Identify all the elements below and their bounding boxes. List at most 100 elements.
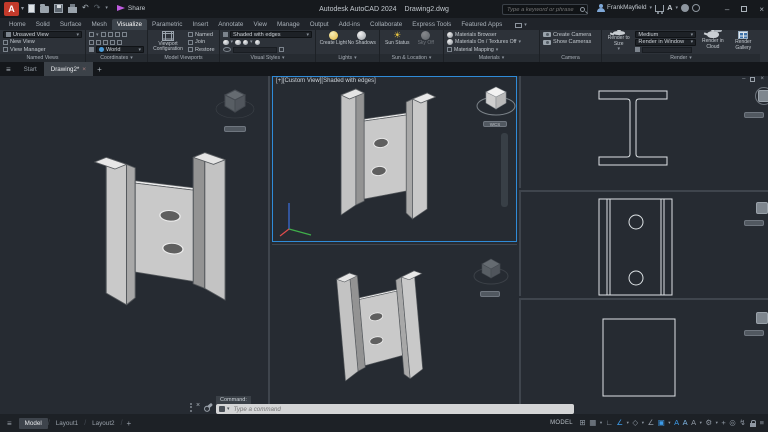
lock-ui-icon[interactable] <box>749 419 756 428</box>
ribbon-tab[interactable]: Visualize <box>112 19 147 30</box>
object-snap-tracking-icon[interactable]: ∠ <box>647 418 654 428</box>
opacity-value-box[interactable] <box>279 47 284 52</box>
graphics-performance-icon[interactable]: ↯ <box>739 418 745 428</box>
viewcube[interactable] <box>468 251 514 293</box>
wcs-dropdown[interactable] <box>480 291 500 297</box>
redo-icon[interactable]: ↷ <box>94 3 101 13</box>
viewport-top-view[interactable] <box>519 190 768 296</box>
ibeam-front-wireframe[interactable] <box>521 76 768 188</box>
help-icon[interactable] <box>681 4 689 12</box>
file-tab-drawing2[interactable]: Drawing2* × <box>44 62 93 76</box>
grid-icon[interactable]: ▦ <box>589 418 596 428</box>
render-output-icon[interactable] <box>635 47 640 52</box>
store-cart-icon[interactable] <box>655 5 664 12</box>
ucs-view-icon[interactable] <box>122 32 127 37</box>
open-folder-icon[interactable] <box>40 6 49 13</box>
edge-effects-icon[interactable] <box>223 40 229 46</box>
layout-menu-icon[interactable]: ≡ <box>7 419 12 428</box>
viewport-bottom-middle[interactable] <box>272 244 517 414</box>
view-dropdown[interactable]: Unsaved View ▾ <box>3 31 82 38</box>
viewcube[interactable] <box>473 81 517 123</box>
panel-label[interactable]: Materials ▾ <box>444 54 539 62</box>
ribbon-tab[interactable]: Mesh <box>87 19 112 30</box>
close-tab-icon[interactable]: × <box>82 66 86 73</box>
ribbon-display-toggle[interactable]: ▾ <box>515 22 527 28</box>
wcs-dropdown[interactable] <box>744 220 764 226</box>
chevron-down-icon[interactable]: ▾ <box>231 39 234 45</box>
sun-status-button[interactable]: ☀ Sun Status <box>383 31 412 47</box>
chevron-down-icon[interactable]: ▾ <box>96 32 99 38</box>
file-tab-start[interactable]: Start <box>17 62 44 76</box>
polar-tracking-icon[interactable]: ∠ <box>616 418 623 428</box>
wcs-dropdown[interactable]: WCS <box>483 121 507 127</box>
new-file-icon[interactable] <box>28 4 35 13</box>
chevron-down-icon[interactable]: ▾ <box>668 420 670 426</box>
chevron-down-icon[interactable]: ▾ <box>627 420 629 426</box>
chevron-down-icon[interactable]: ▾ <box>716 420 718 426</box>
isolate-objects-icon[interactable]: ◎ <box>729 418 736 428</box>
xray-toggle-icon[interactable] <box>223 47 231 52</box>
ribbon-tab[interactable]: View <box>248 19 272 30</box>
isometric-drafting-icon[interactable]: ◇ <box>632 418 638 428</box>
chevron-down-icon[interactable]: ▾ <box>700 420 702 426</box>
shadow-effects-icon[interactable] <box>255 40 261 46</box>
plot-icon[interactable] <box>68 7 77 13</box>
user-avatar-icon[interactable] <box>596 4 604 12</box>
ucs-3point-icon[interactable] <box>103 40 108 45</box>
create-light-button[interactable]: Create Light <box>319 31 348 47</box>
wcs-dropdown[interactable] <box>744 330 764 336</box>
viewport-front-view[interactable]: – × <box>519 76 768 188</box>
layout2-tab[interactable]: Layout2 <box>86 418 120 429</box>
doc-minimize-button[interactable]: – <box>742 76 745 82</box>
ucs-origin-icon[interactable] <box>89 40 94 45</box>
annotation-scale-icon[interactable]: A <box>691 418 696 428</box>
ucs-face-icon[interactable] <box>115 32 120 37</box>
wcs-dropdown[interactable] <box>224 126 246 132</box>
minimize-button[interactable]: – <box>725 5 729 14</box>
lighting-quality-icon[interactable] <box>243 40 249 46</box>
account-caret-icon[interactable]: ▾ <box>650 5 653 11</box>
model-space-label[interactable]: MODEL <box>550 420 573 426</box>
new-view-button[interactable]: New View <box>3 39 82 47</box>
notifications-icon[interactable] <box>692 4 700 12</box>
materials-browser-button[interactable]: Materials Browser <box>447 31 536 39</box>
annotation-visibility-icon[interactable]: A <box>674 418 679 428</box>
panel-label[interactable]: Coordinates ▾ <box>86 54 147 62</box>
ucs-icon[interactable] <box>89 32 94 37</box>
ribbon-tab[interactable]: Add-ins <box>334 19 365 30</box>
share-button[interactable]: Share <box>117 5 145 12</box>
username[interactable]: FrankMayfield <box>607 4 647 11</box>
command-input[interactable] <box>232 405 571 414</box>
command-grip-handle[interactable] <box>190 403 192 412</box>
command-wrench-icon[interactable] <box>205 403 213 410</box>
ucs-dropdown[interactable]: World ▾ <box>96 46 144 53</box>
ribbon-tab[interactable]: Collaborate <box>365 19 407 30</box>
viewport-controls-label[interactable]: [+][Custom View][Shaded with edges] <box>276 78 376 84</box>
ribbon-tab[interactable]: Express Tools <box>407 19 456 30</box>
materials-textures-button[interactable]: Materials On / Textures Off ▾ <box>447 39 536 47</box>
view-manager-button[interactable]: View Manager <box>3 46 82 54</box>
search-icon[interactable] <box>580 7 585 12</box>
new-layout-button[interactable]: + <box>127 419 132 428</box>
ribbon-tab[interactable]: Featured Apps <box>456 19 507 30</box>
autodesk-assistant-icon[interactable]: A <box>667 3 672 12</box>
show-cameras-button[interactable]: Show Cameras <box>543 39 598 47</box>
viewport-active[interactable]: [+][Custom View][Shaded with edges] WCS <box>272 76 517 242</box>
sky-off-button[interactable]: Sky Off <box>412 31 441 47</box>
ucs-x-icon[interactable] <box>110 40 115 45</box>
navigation-bar[interactable] <box>501 133 508 207</box>
save-icon[interactable] <box>54 4 63 13</box>
ucs-object-icon[interactable] <box>108 32 113 37</box>
customization-icon[interactable]: ≡ <box>760 418 764 428</box>
app-menu-caret-icon[interactable]: ▾ <box>21 5 24 12</box>
named-viewports-button[interactable]: Named <box>188 31 216 39</box>
render-gallery-button[interactable]: Render Gallery <box>730 31 757 53</box>
chevron-down-icon[interactable]: ▾ <box>227 406 230 412</box>
ribbon-tab[interactable]: Annotate <box>213 19 248 30</box>
ucs-zaxis-icon[interactable] <box>96 40 101 45</box>
object-snap-icon[interactable]: ▣ <box>658 418 665 428</box>
panel-label[interactable]: Named Views <box>0 54 85 62</box>
join-viewports-button[interactable]: Join <box>188 39 216 47</box>
render-preset-dropdown[interactable]: Medium ▾ <box>635 31 696 38</box>
model-tab[interactable]: Model <box>19 418 48 429</box>
